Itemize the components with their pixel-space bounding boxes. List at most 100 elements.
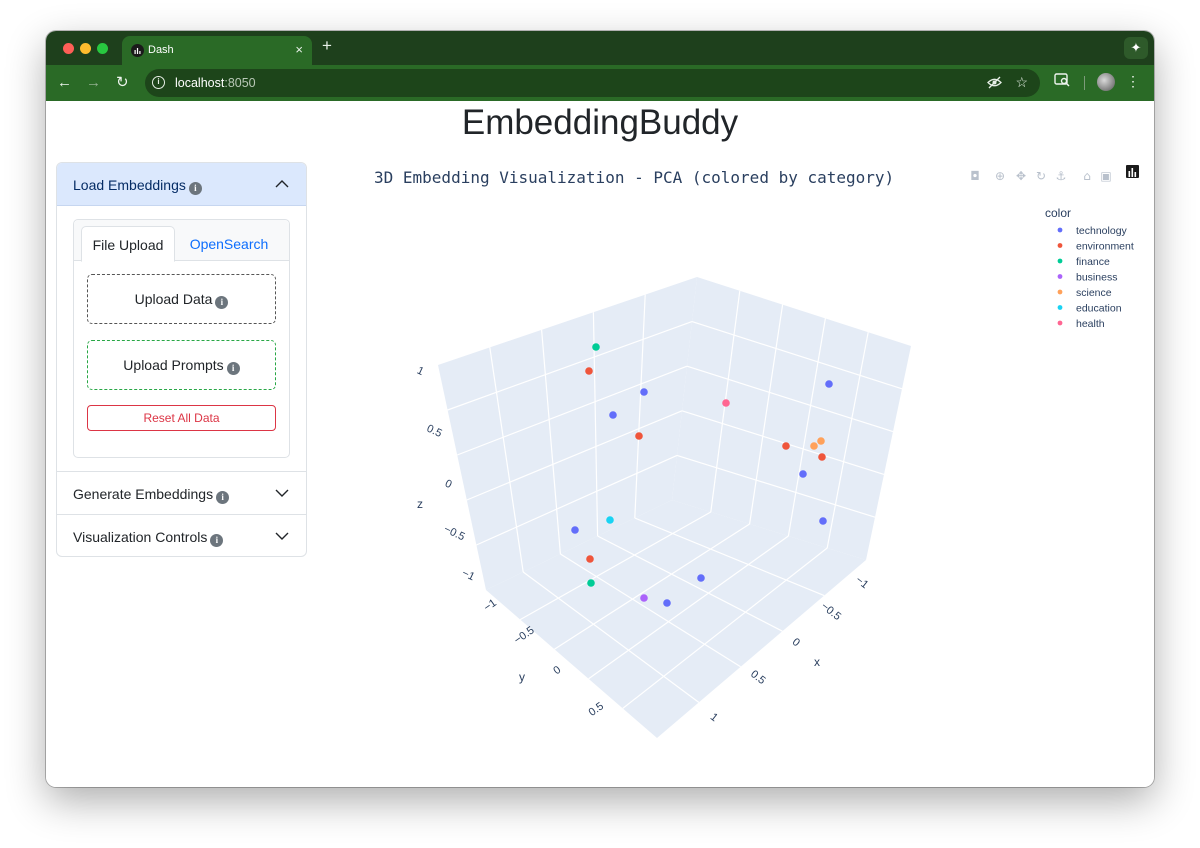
legend-item-health: health [1076, 318, 1105, 330]
star-icon[interactable]: ☆ [1015, 74, 1028, 91]
chart-title: 3D Embedding Visualization - PCA (colore… [374, 168, 894, 187]
upload-data-dropzone[interactable]: Upload Data i [87, 274, 276, 324]
legend-marker[interactable] [1057, 274, 1063, 279]
x-axis-label: x [814, 655, 820, 669]
reset-all-data-button[interactable]: Reset All Data [87, 405, 276, 431]
scatter-point[interactable] [640, 388, 648, 396]
pan-icon: ✥ [1016, 169, 1026, 183]
tab-file-upload[interactable]: File Upload [81, 226, 175, 262]
scatter-point[interactable] [799, 470, 807, 478]
tab-search-icon[interactable] [1054, 73, 1070, 90]
close-window-button[interactable] [63, 43, 74, 54]
turntable-icon: ⚓ [1056, 169, 1067, 183]
upload-prompts-dropzone[interactable]: Upload Prompts i [87, 340, 276, 390]
scatter-point[interactable] [810, 442, 818, 450]
scatter3d-plot[interactable]: 3D Embedding Visualization - PCA (colore… [331, 151, 1154, 787]
tab-opensearch[interactable]: OpenSearch [179, 226, 279, 262]
legend-marker[interactable] [1057, 320, 1063, 326]
z-axis-label: z [417, 497, 423, 511]
toolbar-divider [1084, 76, 1085, 90]
tab-title: Dash [148, 44, 174, 56]
z-tick-label: 0.5 [425, 423, 444, 440]
reload-icon[interactable]: ↻ [116, 74, 129, 92]
avatar[interactable] [1097, 73, 1115, 91]
dash-favicon-icon [131, 44, 144, 57]
zoom-icon: ⊕ [995, 169, 1005, 183]
visualization-controls-header[interactable]: Visualization Controls i [57, 514, 306, 556]
forward-icon[interactable]: → [86, 74, 101, 92]
load-embeddings-label: Load Embeddings [73, 177, 186, 193]
scatter-point[interactable] [782, 442, 790, 450]
eye-off-icon[interactable] [987, 75, 1002, 93]
close-tab-icon[interactable]: × [295, 42, 303, 57]
upload-prompts-label: Upload Prompts [123, 357, 224, 373]
maximize-window-button[interactable] [97, 43, 108, 54]
scatter-point[interactable] [818, 453, 826, 461]
scatter-point[interactable] [640, 594, 648, 602]
z-tick-label: −0.5 [442, 523, 467, 543]
y-tick-label: 0 [551, 664, 563, 677]
chevron-up-icon [275, 180, 289, 188]
z-tick-label: 1 [415, 365, 426, 378]
gemini-icon[interactable]: ✦ [1124, 37, 1148, 59]
scatter-point[interactable] [817, 437, 825, 445]
new-tab-icon[interactable]: + [322, 36, 332, 56]
legend-item-business: business [1076, 272, 1117, 284]
legend-marker[interactable] [1057, 258, 1063, 264]
x-tick-label: 0 [790, 636, 802, 649]
legend-marker[interactable] [1057, 227, 1063, 233]
scatter-point[interactable] [585, 367, 593, 375]
generate-embeddings-header[interactable]: Generate Embeddings i [57, 471, 306, 514]
z-tick-label: −1 [460, 567, 476, 583]
scatter-point[interactable] [587, 579, 595, 587]
menu-icon[interactable]: ⋮ [1126, 73, 1140, 90]
upload-tabs-card: File Upload OpenSearch Upload Data i Uplo… [73, 219, 290, 458]
info-icon[interactable]: i [188, 182, 202, 195]
scatter-point[interactable] [722, 399, 730, 407]
legend-item-education: education [1076, 303, 1122, 315]
load-embeddings-header[interactable]: Load Embeddings i [57, 163, 306, 206]
back-icon[interactable]: ← [57, 74, 72, 92]
legend-item-science: science [1076, 287, 1112, 299]
scatter-point[interactable] [697, 574, 705, 582]
site-info-icon[interactable]: i [152, 76, 165, 89]
info-icon[interactable]: i [215, 296, 229, 309]
scatter-point[interactable] [609, 411, 617, 419]
orbit-icon: ↻ [1036, 169, 1046, 183]
chevron-down-icon [275, 532, 289, 540]
scatter-point[interactable] [606, 516, 614, 524]
z-tick-label: 0 [443, 478, 454, 491]
scatter-point[interactable] [663, 599, 671, 607]
legend-marker[interactable] [1057, 305, 1063, 310]
info-icon[interactable]: i [226, 362, 240, 375]
sidebar-accordion: Load Embeddings i File Upload OpenSearch … [56, 162, 307, 557]
y-tick-label: 0.5 [587, 700, 606, 719]
generate-embeddings-label: Generate Embeddings [73, 486, 214, 502]
info-icon[interactable]: i [216, 491, 230, 504]
upload-data-label: Upload Data [134, 291, 213, 307]
embedding-graph[interactable]: 3D Embedding Visualization - PCA (colore… [331, 151, 1154, 787]
reset-home-icon: ⌂ [1083, 169, 1091, 183]
browser-toolbar: ← → ↻ i localhost:8050 ☆ ⋮ [46, 65, 1154, 101]
y-axis-label: y [519, 670, 525, 684]
legend-marker[interactable] [1057, 243, 1063, 248]
plotly-logo-bar [1128, 171, 1131, 177]
minimize-window-button[interactable] [80, 43, 91, 54]
scatter-point[interactable] [825, 380, 833, 388]
scatter-point[interactable] [571, 526, 579, 534]
app-title: EmbeddingBuddy [461, 103, 739, 142]
info-icon[interactable]: i [210, 534, 224, 547]
legend-marker[interactable] [1057, 289, 1063, 295]
scatter-point[interactable] [586, 555, 594, 563]
legend-title: color [1045, 206, 1071, 220]
address-bar[interactable]: i localhost:8050 ☆ [145, 69, 1040, 97]
plotly-logo-bar [1134, 172, 1137, 177]
scatter-point[interactable] [635, 432, 643, 440]
legend-item-environment: environment [1076, 241, 1134, 253]
upload-tabs-nav: File Upload OpenSearch [74, 220, 289, 262]
x-tick-label: 1 [708, 711, 720, 724]
scatter-point[interactable] [592, 343, 600, 351]
browser-tab[interactable]: Dash × [122, 36, 312, 65]
y-tick-label: −1 [482, 597, 499, 614]
scatter-point[interactable] [819, 517, 827, 525]
